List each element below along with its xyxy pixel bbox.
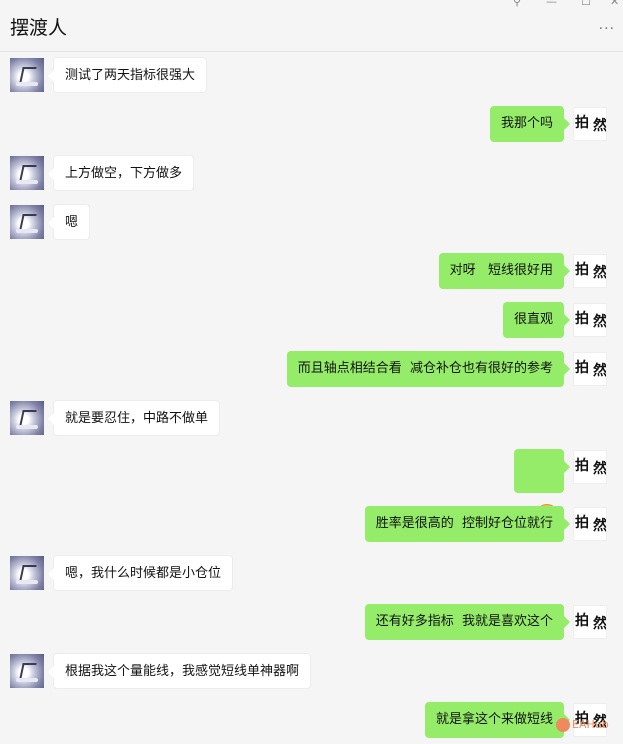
contact-avatar[interactable] bbox=[10, 401, 44, 435]
maximize-icon[interactable]: ☐ bbox=[581, 0, 591, 8]
contact-avatar[interactable] bbox=[10, 156, 44, 190]
avatar-char: 然 bbox=[593, 363, 607, 379]
message-bubble[interactable]: 嗯，我什么时候都是小仓位 bbox=[47, 555, 234, 591]
avatar-char: 然 bbox=[593, 265, 607, 281]
message-row: 就是要忍住，中路不做单 bbox=[0, 400, 623, 436]
message-row: 嗯，我什么时候都是小仓位 bbox=[0, 555, 623, 591]
avatar-char: 然 bbox=[593, 461, 607, 477]
message-row: 我那个吗 拍 然 bbox=[0, 106, 623, 142]
chat-title: 摆渡人 bbox=[10, 17, 68, 39]
message-row: 测试了两天指标很强大 bbox=[0, 57, 623, 93]
message-row: 嗯 bbox=[0, 204, 623, 240]
self-avatar[interactable]: 拍 然 bbox=[573, 254, 607, 288]
message-bubble[interactable]: 就是要忍住，中路不做单 bbox=[47, 400, 221, 436]
avatar-char: 拍 bbox=[575, 360, 589, 376]
message-row: 上方做空，下方做多 bbox=[0, 155, 623, 191]
self-avatar[interactable]: 拍 然 bbox=[573, 450, 607, 484]
message-bubble[interactable]: 我那个吗 bbox=[489, 106, 571, 142]
message-bubble[interactable]: 测试了两天指标很强大 bbox=[47, 57, 208, 93]
message-bubble[interactable]: 对呀 短线很好用 bbox=[438, 253, 571, 289]
message-bubble[interactable]: 而且轴点相结合看 减仓补仓也有很好的参考 bbox=[286, 351, 571, 387]
contact-avatar[interactable] bbox=[10, 654, 44, 688]
minimize-icon[interactable]: — bbox=[546, 0, 557, 8]
self-avatar[interactable]: 拍 然 bbox=[573, 507, 607, 541]
message-row: 就是拿这个来做短线 拍 然 bbox=[0, 702, 623, 738]
message-bubble[interactable]: 上方做空，下方做多 bbox=[47, 155, 195, 191]
watermark-text: EAHub bbox=[572, 718, 609, 731]
close-icon[interactable]: ✕ bbox=[610, 0, 619, 8]
message-bubble[interactable]: 就是拿这个来做短线 bbox=[424, 702, 571, 738]
message-bubble[interactable]: 根据我这个量能线，我感觉短线单神器啊 bbox=[47, 653, 312, 689]
message-row: 很直观 拍 然 bbox=[0, 302, 623, 338]
emoji-message-bubble[interactable] bbox=[514, 449, 570, 526]
message-bubble[interactable]: 嗯 bbox=[47, 204, 91, 240]
self-avatar[interactable]: 拍 然 bbox=[573, 303, 607, 337]
watermark-logo-icon bbox=[556, 718, 570, 732]
message-row: 而且轴点相结合看 减仓补仓也有很好的参考 拍 然 bbox=[0, 351, 623, 387]
message-row: 拍 然 bbox=[0, 449, 623, 526]
message-row: 还有好多指标 我就是喜欢这个 拍 然 bbox=[0, 604, 623, 640]
message-row: 胜率是很高的 控制好仓位就行 拍 然 bbox=[0, 506, 623, 542]
watermark: EAHub bbox=[556, 718, 609, 732]
avatar-char: 然 bbox=[593, 518, 607, 534]
avatar-char: 拍 bbox=[575, 613, 589, 629]
avatar-char: 然 bbox=[593, 314, 607, 330]
avatar-char: 拍 bbox=[575, 115, 589, 131]
message-bubble[interactable]: 很直观 bbox=[502, 302, 571, 338]
message-row: 对呀 短线很好用 拍 然 bbox=[0, 253, 623, 289]
contact-avatar[interactable] bbox=[10, 205, 44, 239]
message-bubble[interactable]: 还有好多指标 我就是喜欢这个 bbox=[364, 604, 571, 640]
avatar-char: 拍 bbox=[575, 515, 589, 531]
message-bubble[interactable]: 胜率是很高的 控制好仓位就行 bbox=[364, 506, 571, 542]
contact-avatar[interactable] bbox=[10, 556, 44, 590]
avatar-char: 然 bbox=[593, 616, 607, 632]
pin-icon[interactable]: ⚲ bbox=[513, 0, 521, 8]
contact-avatar[interactable] bbox=[10, 58, 44, 92]
chat-header: 摆渡人 ⚲ — ☐ ✕ ··· bbox=[0, 0, 623, 52]
avatar-char: 拍 bbox=[575, 458, 589, 474]
self-avatar[interactable]: 拍 然 bbox=[573, 605, 607, 639]
self-avatar[interactable]: 拍 然 bbox=[573, 107, 607, 141]
avatar-char: 拍 bbox=[575, 311, 589, 327]
message-row: 根据我这个量能线，我感觉短线单神器啊 bbox=[0, 653, 623, 689]
avatar-char: 拍 bbox=[575, 262, 589, 278]
self-avatar[interactable]: 拍 然 bbox=[573, 352, 607, 386]
more-dots-icon[interactable]: ··· bbox=[599, 22, 615, 36]
avatar-char: 然 bbox=[593, 118, 607, 134]
